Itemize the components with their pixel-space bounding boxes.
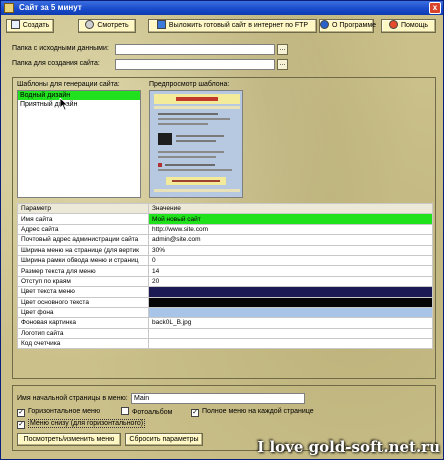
table-header: Параметр Значение bbox=[17, 202, 433, 215]
templates-list[interactable]: Водный дизайн Приятный дизайн bbox=[17, 90, 141, 198]
publish-button-label: Выложить готовый сайт в интернет по FTP bbox=[168, 22, 309, 29]
param-value-cell[interactable]: admin@site.com bbox=[148, 234, 433, 246]
table-row[interactable]: Ширина меню на странице (для вертик 30% bbox=[17, 244, 433, 256]
column-header: Значение bbox=[148, 202, 433, 215]
full-menu-checkbox[interactable]: ✓ Полное меню на каждой странице bbox=[191, 407, 314, 417]
param-value-cell[interactable] bbox=[148, 327, 433, 340]
table-row[interactable]: Почтовый адрес администрации сайта admin… bbox=[17, 234, 433, 246]
app-icon bbox=[4, 3, 14, 13]
param-value-cell[interactable]: 20 bbox=[148, 275, 433, 288]
param-name-cell: Ширина рамки обвода меню и страниц bbox=[17, 254, 149, 267]
background-color-swatch[interactable] bbox=[148, 306, 433, 319]
help-button[interactable]: Помощь bbox=[381, 19, 436, 33]
app-window: Сайт за 5 минут x Создать Смотреть Вылож… bbox=[0, 0, 444, 460]
table-row[interactable]: Цвет основного текста bbox=[17, 296, 433, 308]
param-name-cell: Размер текста для меню bbox=[17, 265, 149, 277]
template-preview-image bbox=[150, 91, 242, 197]
param-name-cell: Почтовый адрес администрации сайта bbox=[17, 234, 149, 246]
new-page-icon bbox=[10, 20, 20, 29]
table-row[interactable]: Цвет фона bbox=[17, 306, 433, 319]
source-browse-button[interactable]: ... bbox=[277, 44, 288, 55]
about-button[interactable]: О Программе bbox=[319, 19, 377, 33]
bottom-menu-checkbox[interactable]: ✓ Меню снизу (для горизонтального) bbox=[17, 419, 146, 429]
param-name-cell: Цвет фона bbox=[17, 306, 149, 319]
param-name-cell: Цвет текста меню bbox=[17, 286, 149, 298]
output-browse-button[interactable]: ... bbox=[277, 59, 288, 70]
start-page-label: Имя начальной страницы в меню: bbox=[17, 395, 128, 402]
checkbox-box bbox=[121, 407, 129, 415]
param-name-cell: Код счетчика bbox=[17, 338, 149, 350]
window-title: Сайт за 5 минут bbox=[19, 3, 82, 12]
main-text-color-swatch[interactable] bbox=[148, 296, 433, 308]
param-name-cell: Фоновая картинка bbox=[17, 317, 149, 329]
table-row[interactable]: Размер текста для меню 14 bbox=[17, 265, 433, 277]
view-button[interactable]: Смотреть bbox=[78, 19, 136, 33]
table-row[interactable]: Цвет текста меню bbox=[17, 286, 433, 298]
create-button-label: Создать bbox=[22, 22, 50, 29]
output-folder-input[interactable] bbox=[115, 59, 275, 70]
param-value-cell[interactable]: Мой новый сайт bbox=[148, 213, 433, 225]
reset-params-button[interactable]: Сбросить параметры bbox=[125, 433, 203, 446]
checkbox-label: Меню снизу (для горизонтального) bbox=[28, 419, 146, 428]
magnifier-icon bbox=[85, 20, 95, 29]
output-folder-label: Папка для создания сайта: bbox=[12, 60, 100, 67]
column-header: Параметр bbox=[17, 202, 149, 215]
info-icon bbox=[320, 20, 329, 29]
param-name-cell: Ширина меню на странице (для вертик bbox=[17, 244, 149, 256]
horizontal-menu-checkbox[interactable]: ✓ Горизонтальное меню bbox=[17, 407, 100, 417]
title-bar[interactable]: Сайт за 5 минут x bbox=[1, 1, 443, 15]
template-item[interactable]: Водный дизайн bbox=[18, 91, 140, 100]
checkbox-label: Горизонтальное меню bbox=[28, 408, 101, 415]
templates-label: Шаблоны для генерации сайта: bbox=[17, 81, 120, 88]
checkbox-label: Полное меню на каждой странице bbox=[202, 408, 314, 415]
mouse-pointer-icon bbox=[59, 98, 69, 111]
param-name-cell: Адрес сайта bbox=[17, 223, 149, 236]
about-button-label: О Программе bbox=[332, 22, 377, 29]
param-value-cell[interactable]: back0L_B.jpg bbox=[148, 317, 433, 329]
table-row[interactable]: Код счетчика bbox=[17, 338, 433, 350]
upload-icon bbox=[156, 20, 166, 29]
source-folder-input[interactable] bbox=[115, 44, 275, 55]
source-folder-label: Папка с исходными данными: bbox=[12, 45, 109, 52]
checkbox-box: ✓ bbox=[17, 421, 25, 429]
start-page-input[interactable]: Main bbox=[131, 393, 305, 404]
view-menu-button[interactable]: Посмотреть/изменить меню bbox=[17, 433, 121, 446]
table-row[interactable]: Ширина рамки обвода меню и страниц 0 bbox=[17, 254, 433, 267]
param-name-cell: Имя сайта bbox=[17, 213, 149, 225]
parameters-table[interactable]: Параметр Значение Имя сайта Мой новый са… bbox=[17, 202, 433, 350]
close-button[interactable]: x bbox=[429, 2, 441, 14]
param-value-cell[interactable] bbox=[148, 338, 433, 350]
view-button-label: Смотреть bbox=[97, 22, 129, 29]
checkbox-box: ✓ bbox=[17, 409, 25, 417]
preview-label: Предпросмотр шаблона: bbox=[149, 81, 230, 88]
table-row[interactable]: Логотип сайта bbox=[17, 327, 433, 340]
table-row[interactable]: Фоновая картинка back0L_B.jpg bbox=[17, 317, 433, 329]
table-row[interactable]: Отступ по краям 20 bbox=[17, 275, 433, 288]
param-name-cell: Логотип сайта bbox=[17, 327, 149, 340]
param-value-cell[interactable]: 14 bbox=[148, 265, 433, 277]
template-item[interactable]: Приятный дизайн bbox=[18, 100, 140, 109]
photo-album-checkbox[interactable]: Фотоальбом bbox=[121, 407, 172, 418]
watermark-text: I love gold-soft.net.ru bbox=[257, 438, 440, 456]
param-name-cell: Цвет основного текста bbox=[17, 296, 149, 308]
template-preview bbox=[149, 90, 243, 198]
menu-text-color-swatch[interactable] bbox=[148, 286, 433, 298]
help-button-label: Помощь bbox=[400, 22, 429, 29]
checkbox-label: Фотоальбом bbox=[132, 409, 173, 416]
param-name-cell: Отступ по краям bbox=[17, 275, 149, 288]
table-row[interactable]: Адрес сайта http://www.site.com bbox=[17, 223, 433, 236]
create-button[interactable]: Создать bbox=[6, 19, 54, 33]
param-value-cell[interactable]: 0 bbox=[148, 254, 433, 267]
checkbox-box: ✓ bbox=[191, 409, 199, 417]
param-value-cell[interactable]: http://www.site.com bbox=[148, 223, 433, 236]
publish-button[interactable]: Выложить готовый сайт в интернет по FTP bbox=[148, 19, 317, 33]
help-icon bbox=[388, 20, 398, 29]
table-row[interactable]: Имя сайта Мой новый сайт bbox=[17, 213, 433, 225]
param-value-cell[interactable]: 30% bbox=[148, 244, 433, 256]
